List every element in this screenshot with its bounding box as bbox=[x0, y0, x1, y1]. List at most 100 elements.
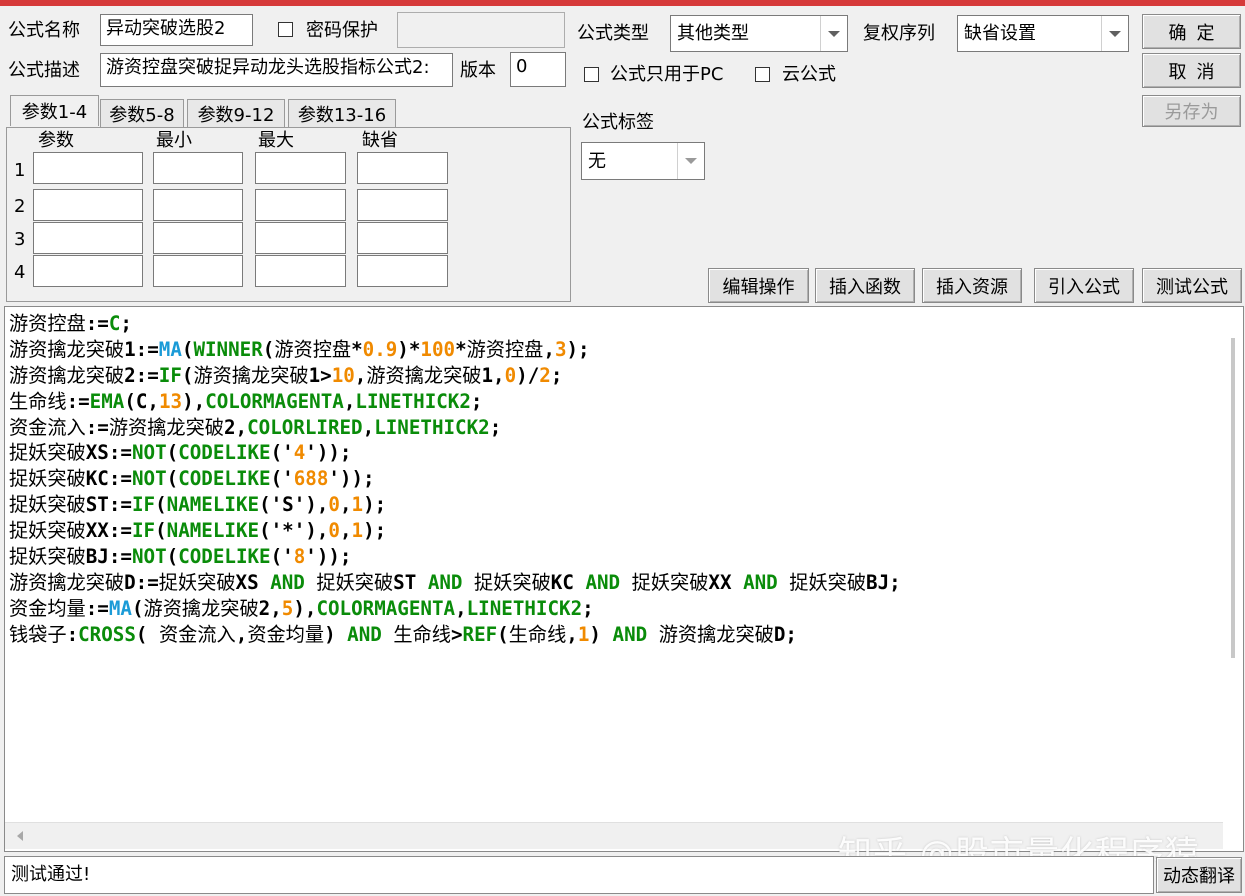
scrollbar-thumb[interactable] bbox=[1231, 338, 1235, 658]
code-token: 100 bbox=[420, 337, 456, 361]
param-2-name-input[interactable] bbox=[33, 189, 143, 221]
code-token: (' bbox=[270, 467, 294, 491]
code-token: 游资擒龙突破 bbox=[9, 570, 125, 594]
code-token: )* bbox=[397, 337, 421, 361]
code-token: XX bbox=[708, 570, 744, 594]
insert-function-button[interactable]: 插入函数 bbox=[815, 268, 915, 303]
param-2-min-input[interactable] bbox=[153, 189, 243, 221]
chevron-down-icon[interactable] bbox=[677, 143, 704, 179]
code-line: 捉妖突破KC:=NOT(CODELIKE('688')); bbox=[9, 466, 901, 492]
param-4-default-input[interactable] bbox=[357, 255, 448, 287]
formula-type-select[interactable]: 其他类型 bbox=[670, 15, 848, 52]
rights-seq-select[interactable]: 缺省设置 bbox=[957, 15, 1129, 52]
password-input[interactable] bbox=[397, 12, 565, 48]
param-1-default-input[interactable] bbox=[357, 152, 448, 184]
code-token: 5 bbox=[281, 596, 294, 620]
formula-name-input[interactable]: 异动突破选股2 bbox=[100, 14, 253, 46]
code-token: 捉妖突破 bbox=[9, 441, 86, 465]
code-token: 0 bbox=[504, 363, 517, 387]
import-formula-button[interactable]: 引入公式 bbox=[1034, 268, 1134, 303]
code-token: D:= bbox=[124, 570, 159, 594]
version-input[interactable]: 0 bbox=[510, 52, 566, 87]
save-as-button[interactable]: 另存为 bbox=[1142, 95, 1241, 127]
param-3-max-input[interactable] bbox=[255, 222, 346, 254]
code-token: 捉妖突破 bbox=[789, 570, 867, 594]
param-3-name-input[interactable] bbox=[33, 222, 143, 254]
param-2-max-input[interactable] bbox=[255, 189, 346, 221]
pc-only-checkbox[interactable] bbox=[584, 67, 599, 82]
code-token: ), bbox=[182, 389, 206, 413]
code-content[interactable]: 游资控盘:=C; 游资擒龙突破1:=MA(WINNER(游资控盘*0.9)*100… bbox=[9, 311, 901, 648]
param-4-max-input[interactable] bbox=[255, 255, 346, 287]
vertical-scrollbar[interactable] bbox=[1227, 320, 1239, 660]
code-line: 游资擒龙突破1:=MA(WINNER(游资控盘*0.9)*100*游资控盘,3)… bbox=[9, 337, 901, 363]
code-token: AND bbox=[347, 622, 382, 646]
code-token: IF bbox=[131, 493, 156, 517]
code-token: XX:= bbox=[85, 519, 132, 543]
code-token: ( bbox=[181, 363, 194, 387]
code-token: ); bbox=[363, 493, 387, 517]
param-1-max-input[interactable] bbox=[255, 152, 346, 184]
code-token: CODELIKE bbox=[178, 441, 271, 465]
code-token: , bbox=[362, 415, 375, 439]
code-token: (' bbox=[270, 545, 294, 569]
chevron-down-icon[interactable] bbox=[1101, 16, 1128, 51]
scroll-left-icon[interactable] bbox=[13, 823, 27, 849]
param-header-default: 缺省 bbox=[362, 130, 398, 151]
tab-params-13-16[interactable]: 参数13-16 bbox=[288, 99, 396, 128]
param-header-max: 最大 bbox=[258, 130, 294, 151]
code-editor[interactable]: 游资控盘:=C; 游资擒龙突破1:=MA(WINNER(游资控盘*0.9)*100… bbox=[4, 306, 1244, 852]
edit-ops-button[interactable]: 编辑操作 bbox=[708, 268, 809, 303]
code-token: C bbox=[108, 312, 121, 335]
param-3-min-input[interactable] bbox=[153, 222, 243, 254]
code-token: 捉妖突破 bbox=[474, 570, 551, 594]
cancel-button[interactable]: 取消 bbox=[1142, 53, 1241, 88]
param-header-name: 参数 bbox=[38, 130, 74, 151]
code-token: , bbox=[566, 622, 578, 646]
chevron-down-icon[interactable] bbox=[820, 16, 847, 51]
formula-tag-select[interactable]: 无 bbox=[581, 142, 705, 180]
code-token: 生命线 bbox=[393, 622, 451, 646]
formula-name-label: 公式名称 bbox=[8, 20, 80, 41]
code-line: 捉妖突破XX:=IF(NAMELIKE('*'),0,1); bbox=[9, 518, 901, 544]
code-token: 游资控盘 bbox=[9, 312, 86, 335]
code-token: 1> bbox=[308, 363, 332, 387]
insert-resource-button[interactable]: 插入资源 bbox=[922, 268, 1022, 303]
code-token: : bbox=[66, 622, 79, 646]
cloud-checkbox[interactable] bbox=[755, 67, 770, 82]
formula-type-label: 公式类型 bbox=[577, 23, 649, 44]
code-token: BJ; bbox=[866, 570, 901, 594]
tab-params-5-8[interactable]: 参数5-8 bbox=[100, 99, 184, 128]
tab-params-9-12[interactable]: 参数9-12 bbox=[187, 99, 285, 128]
tab-params-1-4[interactable]: 参数1-4 bbox=[10, 95, 99, 126]
code-token: 钱袋子 bbox=[9, 622, 67, 646]
code-token: 8 bbox=[293, 545, 306, 569]
param-1-name-input[interactable] bbox=[33, 152, 143, 184]
test-formula-button[interactable]: 测试公式 bbox=[1142, 268, 1242, 303]
code-token: KC:= bbox=[85, 467, 132, 491]
code-token: 2 bbox=[539, 363, 551, 387]
param-4-min-input[interactable] bbox=[153, 255, 243, 287]
formula-desc-input[interactable]: 游资控盘突破捉异动龙头选股指标公式2: bbox=[100, 53, 453, 87]
code-token: 捉妖突破 bbox=[316, 570, 394, 594]
code-token: ; bbox=[550, 363, 563, 387]
code-token: ; bbox=[489, 415, 502, 439]
password-checkbox[interactable] bbox=[278, 22, 293, 37]
param-1-min-input[interactable] bbox=[153, 152, 243, 184]
code-token: ( bbox=[155, 493, 167, 517]
dynamic-translate-button[interactable]: 动态翻译 bbox=[1156, 857, 1242, 893]
code-token: , bbox=[343, 389, 356, 413]
code-line: 钱袋子:CROSS( 资金流入,资金均量) AND 生命线>REF(生命线,1)… bbox=[9, 622, 901, 648]
param-2-default-input[interactable] bbox=[357, 189, 448, 221]
ok-button[interactable]: 确定 bbox=[1142, 14, 1241, 49]
code-line: 游资擒龙突破D:=捉妖突破XS AND 捉妖突破ST AND 捉妖突破KC AN… bbox=[9, 570, 901, 596]
code-line: 生命线:=EMA(C,13),COLORMAGENTA,LINETHICK2; bbox=[9, 389, 901, 415]
code-token: 捉妖突破 bbox=[158, 570, 236, 594]
param-4-name-input[interactable] bbox=[33, 255, 143, 287]
code-token: := bbox=[85, 415, 109, 439]
code-line: 捉妖突破XS:=NOT(CODELIKE('4')); bbox=[9, 440, 901, 466]
param-3-default-input[interactable] bbox=[357, 222, 448, 254]
pc-only-label: 公式只用于PC bbox=[610, 64, 724, 85]
